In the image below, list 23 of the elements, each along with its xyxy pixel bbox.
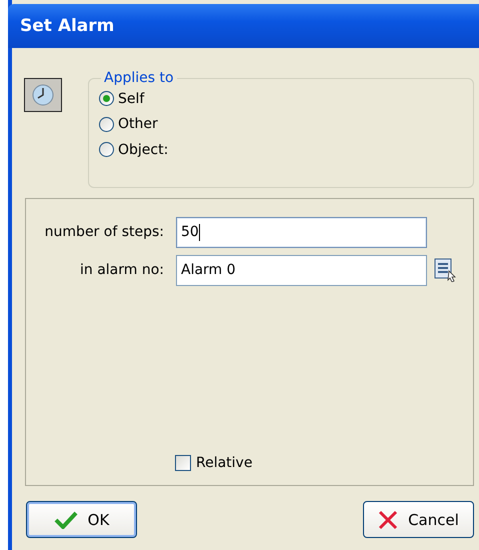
radio-button[interactable] bbox=[99, 116, 114, 132]
window-title: Set Alarm bbox=[8, 4, 479, 48]
action-button[interactable] bbox=[24, 78, 62, 112]
field-label: number of steps: bbox=[44, 224, 165, 240]
radio-option[interactable]: Object: bbox=[99, 137, 463, 162]
cancel-button[interactable]: Cancel bbox=[363, 501, 474, 538]
list-menu-icon[interactable] bbox=[434, 258, 457, 282]
relative-checkbox[interactable]: Relative bbox=[175, 455, 473, 471]
radio-option[interactable]: Self bbox=[99, 86, 463, 112]
radio-option[interactable]: Other bbox=[99, 112, 463, 137]
group-title: Applies to bbox=[103, 70, 175, 86]
input-field[interactable]: Alarm 0 bbox=[176, 254, 427, 286]
ok-button[interactable]: OK bbox=[26, 501, 137, 538]
radio-button[interactable] bbox=[99, 142, 114, 158]
radio-button[interactable] bbox=[99, 91, 114, 106]
close-icon bbox=[378, 510, 398, 530]
input-field[interactable]: 50 bbox=[176, 216, 427, 248]
field-label: in alarm no: bbox=[78, 262, 165, 278]
radio-label: Other bbox=[118, 116, 158, 132]
clock-icon bbox=[32, 84, 54, 106]
check-icon bbox=[54, 510, 78, 528]
radio-label: Object: bbox=[118, 142, 168, 158]
radio-label: Self bbox=[118, 90, 144, 107]
